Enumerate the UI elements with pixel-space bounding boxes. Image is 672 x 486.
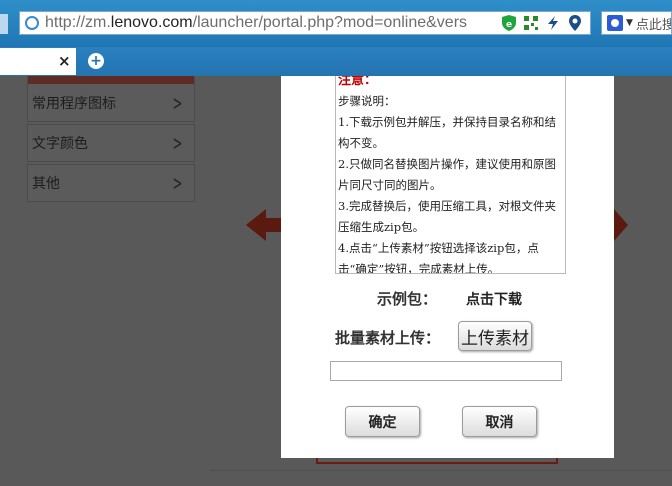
sidebar-item-label: 其他 <box>32 176 60 192</box>
svg-text:e: e <box>506 20 512 30</box>
prev-arrow-icon[interactable] <box>246 209 282 241</box>
close-icon[interactable]: × <box>58 52 71 70</box>
lightning-icon[interactable] <box>544 14 562 32</box>
address-bar[interactable]: http://zm.lenovo.com/launcher/portal.php… <box>19 11 591 35</box>
download-row: 点击下载 <box>466 289 522 309</box>
notes-line: 1.下载示例包并解压，并保持目录名称和结构不变。 <box>338 115 556 150</box>
chevron-right-icon: > <box>172 171 183 195</box>
file-path-input[interactable] <box>330 361 562 381</box>
back-button-edge[interactable] <box>0 14 8 34</box>
search-input[interactable]: 点此搜 <box>636 14 671 33</box>
sidebar-item-program-icons[interactable]: 常用程序图标 > <box>27 84 195 122</box>
instructions-box: 注意： 步骤说明： 1.下载示例包并解压，并保持目录名称和结构不变。 2.只做同… <box>335 76 566 274</box>
upload-button[interactable]: 上传素材 <box>458 321 532 351</box>
qr-code-icon[interactable] <box>522 14 540 32</box>
location-pin-icon[interactable] <box>566 14 584 32</box>
notes-title: 注意： <box>338 76 378 88</box>
sidebar-item-label: 常用程序图标 <box>32 95 116 112</box>
chevron-right-icon: > <box>172 90 183 115</box>
sidebar-item-other[interactable]: 其他 > <box>27 164 195 202</box>
chevron-down-icon[interactable]: ▼ <box>626 18 633 28</box>
active-tab[interactable]: × <box>0 48 76 75</box>
sidebar-item-label: 文字颜色 <box>32 136 88 152</box>
next-arrow-icon[interactable] <box>614 209 628 241</box>
ok-button[interactable]: 确定 <box>345 406 420 437</box>
tab-strip: × + <box>0 47 672 76</box>
upload-dialog: 注意： 步骤说明： 1.下载示例包并解压，并保持目录名称和结构不变。 2.只做同… <box>281 76 614 458</box>
notes-line: 3.完成替换后，使用压缩工具，对根文件夹压缩生成zip包。 <box>338 199 556 234</box>
url-text[interactable]: http://zm.lenovo.com/launcher/portal.php… <box>45 14 496 32</box>
download-link[interactable]: 点击下载 <box>466 289 522 309</box>
search-box[interactable]: ▼ 点此搜 <box>601 11 672 35</box>
shield-icon[interactable]: e <box>500 14 518 32</box>
new-tab-icon[interactable]: + <box>88 53 104 69</box>
notes-line: 步骤说明： <box>338 94 396 108</box>
notes-line: 2.只做同名替换图片操作，建议使用和原图片同尺寸同的图片。 <box>338 157 556 192</box>
sidebar-item-text-color[interactable]: 文字颜色 > <box>27 124 195 162</box>
sidebar-menu: 常用程序图标 > 文字颜色 > 其他 > <box>27 76 195 202</box>
sample-label: 示例包： <box>377 290 438 308</box>
globe-icon <box>25 16 39 30</box>
search-engine-icon[interactable] <box>607 15 623 31</box>
batch-upload-label: 批量素材上传： <box>335 329 441 347</box>
chevron-right-icon: > <box>172 131 183 155</box>
sidebar-header <box>27 76 195 84</box>
batch-upload-row: 批量素材上传： <box>335 327 440 348</box>
notes-line: 4.点击“上传素材”按钮选择该zip包，点击“确定”按钮，完成素材上传。 <box>338 241 539 274</box>
cancel-button[interactable]: 取消 <box>462 406 537 437</box>
sample-row: 示例包： <box>377 288 437 309</box>
browser-toolbar: http://zm.lenovo.com/launcher/portal.php… <box>0 0 672 47</box>
divider <box>210 470 672 471</box>
